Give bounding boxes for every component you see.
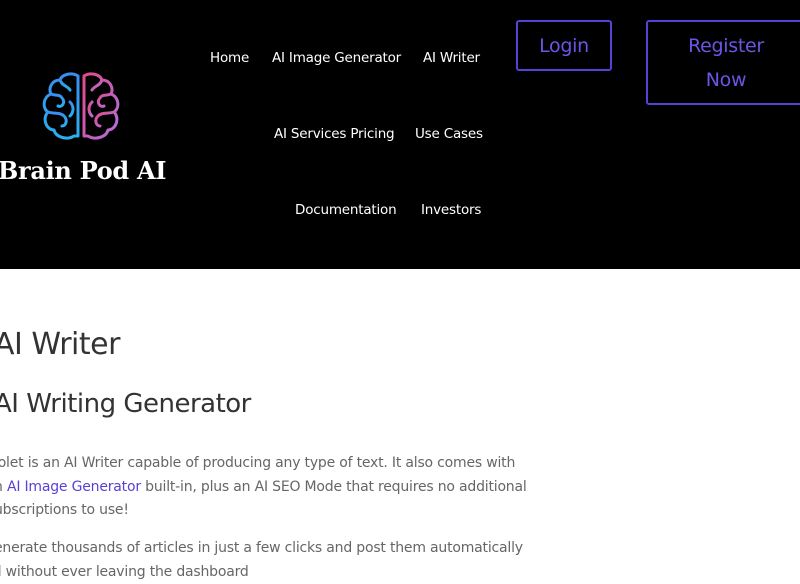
generate-line-2: ll without ever leaving the dashboard	[0, 561, 534, 584]
generate-line-1: enerate thousands of articles in just a …	[0, 537, 534, 561]
login-button[interactable]: Login	[516, 20, 612, 71]
intro-line-3: ubscriptions to use!	[0, 499, 534, 523]
nav-ai-image-generator[interactable]: AI Image Generator	[272, 50, 401, 66]
ai-image-generator-link[interactable]: AI Image Generator	[7, 479, 141, 495]
nav-ai-services-pricing[interactable]: AI Services Pricing	[274, 126, 394, 142]
nav-home[interactable]: Home	[210, 50, 249, 66]
register-now-button[interactable]: Register Now	[646, 20, 800, 105]
intro-line-2-prefix: n	[0, 479, 7, 495]
nav-documentation[interactable]: Documentation	[295, 202, 396, 218]
intro-line-2-suffix: built-in, plus an AI SEO Mode that requi…	[141, 479, 527, 495]
generate-paragraph: enerate thousands of articles in just a …	[0, 537, 534, 584]
page-subtitle: AI Writing Generator	[0, 389, 251, 419]
page-title: AI Writer	[0, 327, 120, 362]
site-header: Brain Pod AI Home AI Image Generator AI …	[0, 0, 800, 269]
register-label-line1: Register	[688, 29, 764, 63]
nav-investors[interactable]: Investors	[421, 202, 481, 218]
nav-use-cases[interactable]: Use Cases	[415, 126, 483, 142]
brand-name: Brain Pod AI	[0, 156, 166, 185]
register-label-line2: Now	[706, 63, 746, 97]
intro-paragraph: iolet is an AI Writer capable of produci…	[0, 452, 534, 523]
brain-icon	[38, 72, 124, 142]
nav-ai-writer[interactable]: AI Writer	[423, 50, 480, 66]
intro-line-1: iolet is an AI Writer capable of produci…	[0, 452, 534, 476]
brand-logo[interactable]: Brain Pod AI	[0, 70, 175, 190]
login-label: Login	[539, 29, 589, 63]
main-content: AI Writer AI Writing Generator iolet is …	[0, 269, 800, 576]
intro-line-2: n AI Image Generator built-in, plus an A…	[0, 476, 534, 500]
